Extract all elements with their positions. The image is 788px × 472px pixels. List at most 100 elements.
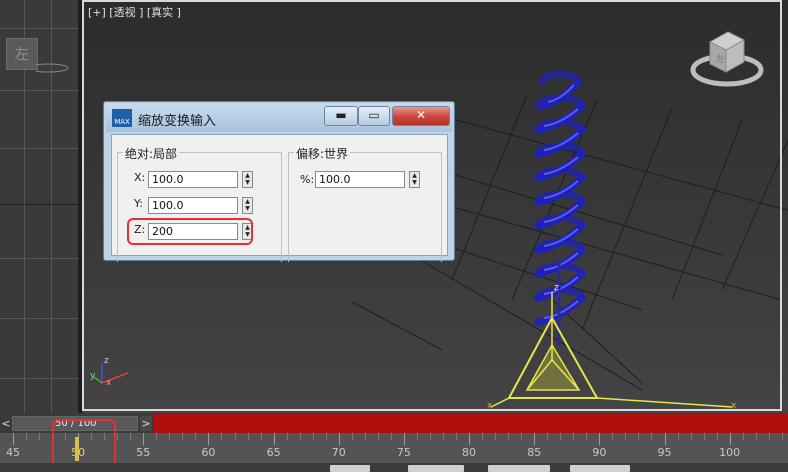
ruler-label: 80	[462, 446, 477, 459]
ruler-tick	[195, 433, 197, 440]
ruler-tick	[755, 433, 757, 440]
ruler-tick	[586, 433, 588, 440]
left-viewport[interactable]: 左	[0, 0, 78, 413]
ruler-tick	[117, 433, 119, 440]
ruler-tick	[742, 433, 744, 440]
ruler-tick	[182, 433, 184, 440]
status-field[interactable]	[408, 465, 464, 472]
axis-y-label: y	[90, 371, 96, 381]
y-spinner[interactable]: ▲ ▼	[242, 197, 253, 214]
close-button[interactable]: ✕	[392, 106, 450, 126]
ruler-label: 65	[266, 446, 281, 459]
ruler-tick	[299, 433, 301, 440]
dialog-title: 缩放变换输入	[138, 114, 217, 129]
ruler-tick	[638, 433, 640, 440]
ruler-tick	[651, 433, 653, 440]
time-slider[interactable]: < >	[0, 413, 788, 433]
status-field[interactable]	[488, 465, 550, 472]
ruler-label: 85	[527, 446, 542, 459]
ruler-label: 60	[201, 446, 216, 459]
app-logo-icon: MAX	[112, 109, 132, 127]
ruler-tick	[482, 433, 484, 440]
ruler-tick	[703, 433, 705, 440]
ruler-label: 75	[396, 446, 411, 459]
x-spinner[interactable]: ▲ ▼	[242, 171, 253, 188]
next-frame-button[interactable]: >	[140, 416, 152, 431]
y-label: Y:	[134, 197, 143, 210]
ruler-label: 55	[136, 446, 151, 459]
gizmo-x-left-label: x	[487, 401, 493, 411]
status-field[interactable]	[570, 465, 630, 472]
ruler-tick	[143, 433, 145, 445]
ruler-tick	[768, 433, 770, 440]
percent-label: %:	[300, 173, 315, 186]
ruler-tick	[508, 433, 510, 440]
ruler-tick	[312, 433, 314, 440]
minimize-button[interactable]: ▬	[324, 106, 358, 126]
axis-tripod-icon	[93, 363, 129, 384]
ruler-tick	[208, 433, 210, 445]
ruler-tick	[351, 433, 353, 440]
ruler-tick	[221, 433, 223, 440]
ruler-tick	[130, 433, 132, 440]
ruler-label: 90	[592, 446, 607, 459]
ruler-tick	[781, 433, 783, 440]
viewport-label-menu[interactable]: [+] [透视 ] [真实 ]	[88, 4, 181, 20]
ruler-tick	[534, 433, 536, 445]
frame-highlight	[52, 419, 116, 467]
ruler-tick	[273, 433, 275, 445]
viewcube-ring-icon	[36, 63, 69, 73]
ruler-tick	[547, 433, 549, 440]
spring-turn-back	[538, 70, 582, 86]
absolute-local-group-title: 绝对:局部	[123, 145, 180, 162]
status-field[interactable]	[330, 465, 370, 472]
ruler-tick	[664, 433, 666, 445]
maximize-button[interactable]: ▭	[358, 106, 390, 126]
ruler-tick	[416, 433, 418, 440]
prev-frame-button[interactable]: <	[0, 416, 12, 431]
offset-percent-field[interactable]: 100.0	[315, 171, 405, 188]
left-viewcube-icon[interactable]: 左	[6, 38, 38, 70]
ruler-tick	[442, 433, 444, 440]
ruler-tick	[521, 433, 523, 440]
ruler-tick	[286, 433, 288, 440]
auto-key-track[interactable]	[154, 413, 788, 433]
offset-world-group	[288, 152, 442, 262]
ruler-tick	[169, 433, 171, 440]
axis-x-label: x	[106, 378, 112, 388]
timeline-ruler[interactable]: 4550556065707580859095100	[0, 433, 788, 463]
ruler-tick	[39, 433, 41, 440]
ruler-tick	[390, 433, 392, 440]
ruler-tick	[612, 433, 614, 440]
scale-transform-dialog[interactable]: MAX 缩放变换输入 ▬ ▭ ✕ 绝对:局部 X: 100.0 ▲ ▼ Y: 10…	[103, 101, 455, 262]
ruler-tick	[338, 433, 340, 445]
ruler-tick	[403, 433, 405, 445]
gizmo-z-label: z	[554, 283, 559, 293]
scale-gizmo[interactable]	[490, 292, 733, 408]
status-bar	[0, 463, 788, 472]
ruler-tick	[599, 433, 601, 445]
z-field-highlight	[127, 218, 253, 245]
offset-world-group-title: 偏移:世界	[294, 145, 351, 162]
dialog-body: 绝对:局部 X: 100.0 ▲ ▼ Y: 100.0 ▲ ▼ Z: 200 ▲ ▼ …	[111, 134, 448, 262]
x-scale-field[interactable]: 100.0	[148, 171, 238, 188]
ruler-label: 100	[719, 446, 741, 459]
ruler-tick	[247, 433, 249, 440]
viewcube-icon[interactable]: 左	[690, 28, 764, 90]
offset-percent-spinner[interactable]: ▲ ▼	[409, 171, 420, 188]
ruler-tick	[325, 433, 327, 440]
ruler-tick	[26, 433, 28, 440]
ruler-tick	[469, 433, 471, 445]
dialog-title-bar[interactable]: MAX 缩放变换输入 ▬ ▭ ✕	[106, 104, 452, 132]
ruler-label: 95	[657, 446, 672, 459]
ruler-label: 45	[6, 446, 20, 459]
ruler-tick	[156, 433, 158, 440]
y-scale-field[interactable]: 100.0	[148, 197, 238, 214]
axis-z-label: z	[104, 356, 109, 366]
viewcube-face-text: 左	[716, 53, 725, 65]
x-label: X:	[134, 171, 146, 184]
ruler-tick	[260, 433, 262, 440]
ruler-tick	[364, 433, 366, 440]
ruler-tick	[573, 433, 575, 440]
ruler-label: 70	[331, 446, 346, 459]
